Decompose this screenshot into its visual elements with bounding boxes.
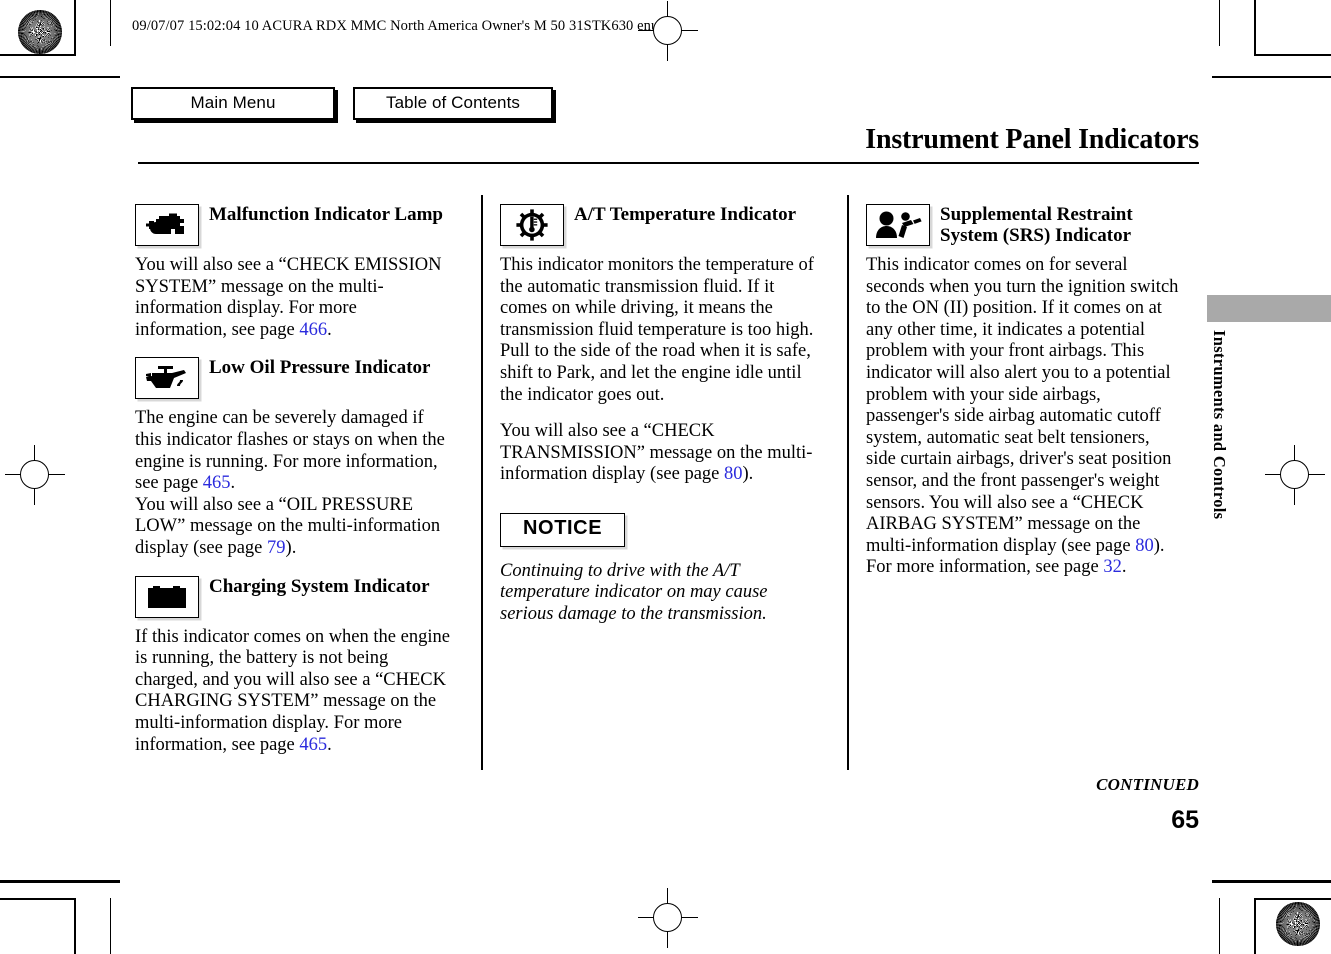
content-column-2: A/T Temperature Indicator This indicator… bbox=[500, 203, 818, 625]
paragraph-mil: You will also see a “CHECK EMISSION SYST… bbox=[135, 255, 453, 341]
page-title: Instrument Panel Indicators bbox=[865, 124, 1199, 155]
column-divider-1 bbox=[481, 195, 483, 770]
crop-rule-top-left-vertical bbox=[74, 0, 76, 56]
crop-target-bottom bbox=[638, 888, 698, 948]
registration-mark-bottom-right bbox=[1276, 902, 1320, 946]
crop-rule-top-left-corner-h bbox=[0, 54, 76, 56]
notice-text: Continuing to drive with the A/T tempera… bbox=[500, 560, 768, 624]
paragraph-text-end: ). bbox=[742, 464, 754, 485]
paragraph-text: The engine can be severely damaged if th… bbox=[135, 408, 445, 494]
section-tab-label: Instruments and Controls bbox=[1210, 330, 1229, 520]
paragraph-charging: If this indicator comes on when the engi… bbox=[135, 627, 453, 757]
crop-rule-top-left-bleed bbox=[0, 76, 120, 78]
table-of-contents-button[interactable]: Table of Contents bbox=[353, 87, 553, 120]
section-srs: Supplemental Restraint System (SRS) Indi… bbox=[866, 203, 1184, 246]
crop-target-right bbox=[1265, 445, 1325, 505]
paragraph-text-end: . bbox=[230, 473, 236, 494]
srs-airbag-icon bbox=[866, 204, 930, 246]
section-tab-marker bbox=[1207, 295, 1331, 322]
page-ref-80-at[interactable]: 80 bbox=[724, 464, 743, 484]
print-meta-line: 09/07/07 15:02:04 10 ACURA RDX MMC North… bbox=[132, 18, 659, 34]
column-divider-2 bbox=[847, 195, 849, 770]
crop-rule-bottom-right-bleed bbox=[1212, 880, 1331, 883]
crop-rule-top-right-inner bbox=[1219, 0, 1220, 46]
paragraph-at-1: This indicator monitors the temperature … bbox=[500, 255, 814, 405]
crop-rule-top-right-bleed bbox=[1212, 76, 1331, 78]
paragraph-text-end: . bbox=[1121, 557, 1127, 578]
title-divider-rule bbox=[138, 162, 1199, 164]
crop-rule-bottom-left-bleed bbox=[0, 880, 120, 883]
section-low-oil-pressure: Low Oil Pressure Indicator bbox=[135, 356, 453, 400]
malfunction-indicator-lamp-icon bbox=[135, 204, 199, 246]
continued-label: CONTINUED bbox=[1096, 775, 1199, 794]
section-title: A/T Temperature Indicator bbox=[574, 204, 797, 225]
crop-rule-top-left-inner bbox=[110, 0, 111, 46]
paragraph-text-end: ). bbox=[285, 537, 297, 558]
low-oil-pressure-icon bbox=[135, 357, 199, 400]
paragraph-text: If this indicator comes on when the engi… bbox=[135, 626, 450, 755]
paragraph-at-2: You will also see a “CHECK TRANSMISSION”… bbox=[500, 421, 818, 486]
crop-rule-top-right-vertical bbox=[1254, 0, 1256, 56]
crop-rule-bottom-left-corner-h bbox=[0, 898, 76, 900]
registration-mark-top-left bbox=[18, 10, 62, 54]
section-at-temperature: A/T Temperature Indicator bbox=[500, 203, 818, 246]
paragraph-srs: This indicator comes on for several seco… bbox=[866, 255, 1184, 579]
content-column-3: Supplemental Restraint System (SRS) Indi… bbox=[866, 203, 1184, 594]
paragraph-text: This indicator comes on for several seco… bbox=[866, 255, 1179, 556]
crop-target-left bbox=[5, 445, 65, 505]
paragraph-text-end: . bbox=[327, 319, 332, 340]
page-ref-80-srs[interactable]: 80 bbox=[1135, 536, 1154, 556]
page-ref-32[interactable]: 32 bbox=[1103, 557, 1122, 577]
section-charging-system: Charging System Indicator bbox=[135, 575, 453, 618]
section-malfunction-indicator-lamp: Malfunction Indicator Lamp bbox=[135, 203, 453, 246]
page-number: 65 bbox=[1171, 806, 1199, 834]
at-temperature-icon bbox=[500, 204, 564, 246]
crop-rule-bottom-left-inner bbox=[110, 898, 111, 954]
paragraph-oil-2: You will also see a “OIL PRESSURE LOW” m… bbox=[135, 495, 453, 560]
section-title: Low Oil Pressure Indicator bbox=[209, 357, 431, 379]
page-ref-465-charging[interactable]: 465 bbox=[299, 735, 327, 755]
content-column-1: Malfunction Indicator Lamp You will also… bbox=[135, 203, 453, 771]
crop-rule-bottom-right-vertical bbox=[1254, 898, 1256, 954]
page-ref-465-oil[interactable]: 465 bbox=[203, 473, 231, 493]
main-menu-button[interactable]: Main Menu bbox=[131, 87, 335, 120]
navigation-bar: Main Menu Table of Contents bbox=[131, 87, 553, 120]
paragraph-text-end: . bbox=[327, 734, 332, 755]
notice-badge: NOTICE bbox=[500, 512, 626, 547]
charging-system-icon bbox=[135, 575, 199, 618]
section-title: Malfunction Indicator Lamp bbox=[209, 204, 444, 225]
paragraph-text: You will also see a “CHECK TRANSMISSION”… bbox=[500, 421, 813, 485]
page-ref-466[interactable]: 466 bbox=[299, 320, 327, 340]
crop-rule-bottom-left-vertical bbox=[74, 898, 76, 954]
page-ref-79[interactable]: 79 bbox=[267, 538, 286, 558]
notice-label: NOTICE bbox=[523, 516, 603, 539]
section-title: Supplemental Restraint System (SRS) Indi… bbox=[940, 204, 1133, 246]
crop-rule-bottom-right-inner bbox=[1219, 898, 1220, 954]
section-title: Charging System Indicator bbox=[209, 575, 430, 597]
paragraph-text: You will also see a “CHECK EMISSION SYST… bbox=[135, 255, 442, 340]
crop-rule-top-right-corner-h bbox=[1254, 54, 1331, 56]
crop-rule-bottom-right-corner-h bbox=[1254, 898, 1331, 900]
paragraph-oil-1: The engine can be severely damaged if th… bbox=[135, 408, 453, 494]
